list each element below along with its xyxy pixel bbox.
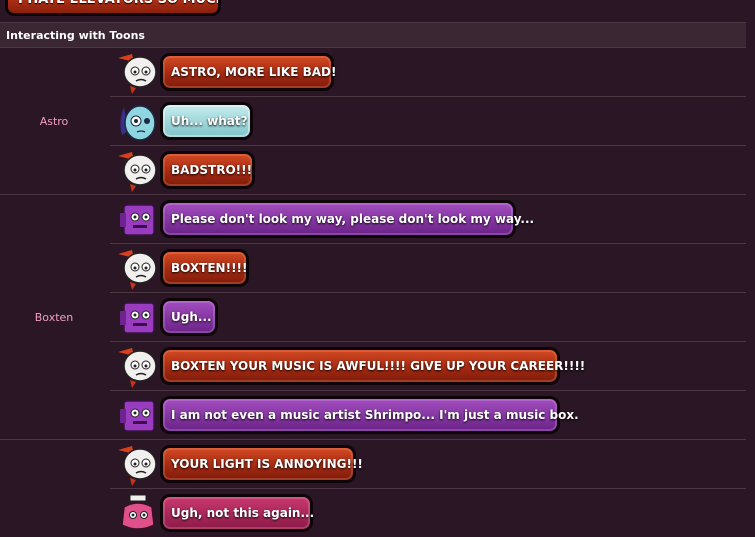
- shrimpo-avatar-icon: [118, 348, 157, 388]
- dialogue-bubble: ASTRO, MORE LIKE BAD!: [160, 53, 336, 91]
- dialogue-row: Ugh, not this again...: [110, 489, 746, 537]
- dialogue-row: I am not even a music artist Shrimpo... …: [110, 391, 746, 439]
- dialogue-row: YOUR LIGHT IS ANNOYING!!!: [110, 440, 746, 488]
- dialogue-row: Uh... what?: [110, 97, 746, 145]
- shrimpo-avatar-icon: [118, 54, 157, 94]
- dialogue-bubble: BOXTEN!!!!: [160, 249, 249, 287]
- dialogue-bubble: Uh... what?: [160, 102, 253, 140]
- previous-dialogue-bubble: I HATE ELEVATORS SO MUCH...: [5, 0, 221, 16]
- dialogue-row: BADSTRO!!!: [110, 146, 746, 194]
- section-header: Interacting with Toons: [0, 22, 746, 48]
- dialogue-bubble: Ugh, not this again...: [160, 494, 314, 532]
- group-label-boxten: Boxten: [34, 311, 74, 324]
- shrimpo-avatar-icon: [118, 152, 157, 192]
- boxten-avatar-icon: [120, 400, 155, 432]
- boxten-avatar-icon: [120, 204, 155, 236]
- astro-avatar-icon: [120, 105, 156, 141]
- dialogue-bubble: YOUR LIGHT IS ANNOYING!!!: [160, 445, 363, 483]
- dialogue-bubble: BADSTRO!!!: [160, 151, 255, 189]
- dialogue-row: BOXTEN YOUR MUSIC IS AWFUL!!!! GIVE UP Y…: [110, 342, 746, 390]
- cosmo-avatar-icon: [121, 494, 155, 530]
- dialogue-row: ASTRO, MORE LIKE BAD!: [110, 48, 746, 96]
- group-label-astro: Astro: [39, 115, 69, 128]
- dialogue-bubble: BOXTEN YOUR MUSIC IS AWFUL!!!! GIVE UP Y…: [160, 347, 585, 385]
- dialogue-bubble: Ugh...: [160, 298, 218, 336]
- dialogue-row: BOXTEN!!!!: [110, 244, 746, 292]
- dialogue-row: Please don't look my way, please don't l…: [110, 195, 746, 243]
- dialogue-bubble: I am not even a music artist Shrimpo... …: [160, 396, 579, 434]
- boxten-avatar-icon: [120, 302, 155, 334]
- dialogue-bubble: Please don't look my way, please don't l…: [160, 200, 534, 238]
- dialogue-row: Ugh...: [110, 293, 746, 341]
- shrimpo-avatar-icon: [118, 250, 157, 290]
- shrimpo-avatar-icon: [118, 446, 157, 486]
